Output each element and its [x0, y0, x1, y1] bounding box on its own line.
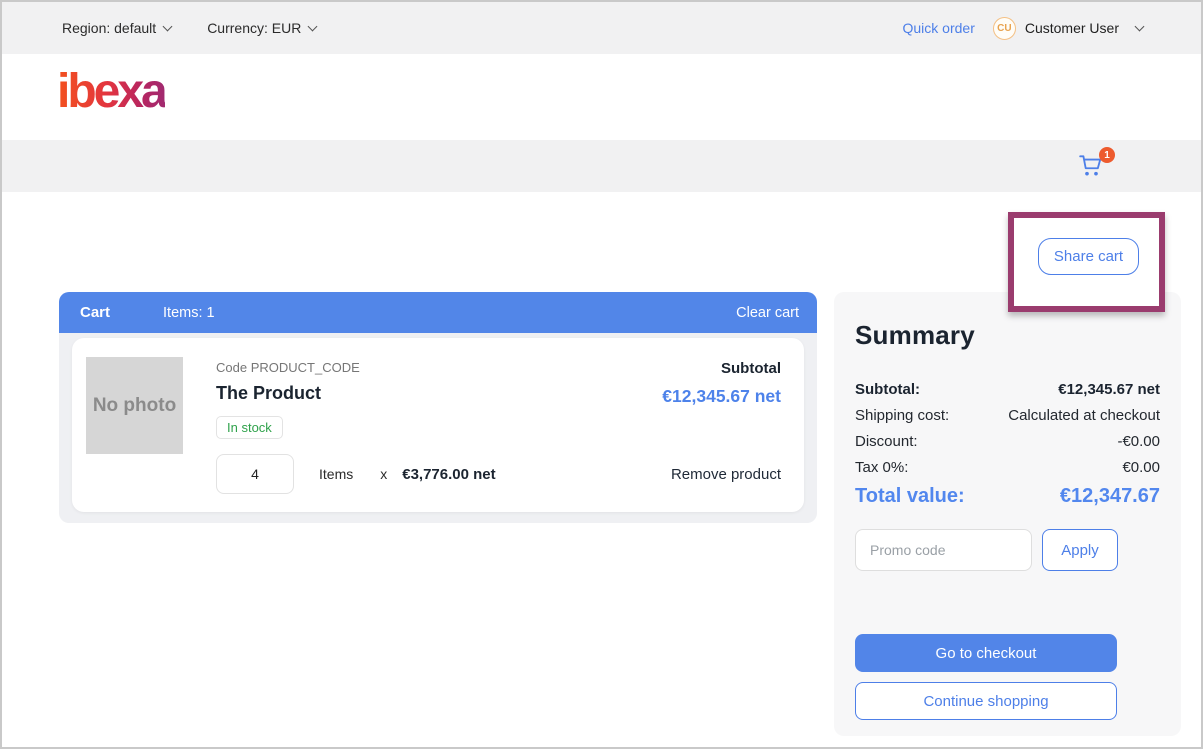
product-code: Code PRODUCT_CODE	[216, 360, 360, 375]
summary-row-discount: Discount: -€0.00	[855, 433, 1160, 450]
cart-count-badge: 1	[1099, 147, 1115, 163]
storefront-page: Region: default Currency: EUR Quick orde…	[0, 0, 1203, 749]
cart-button[interactable]: 1	[1078, 152, 1108, 184]
summary-row-tax: Tax 0%: €0.00	[855, 459, 1160, 476]
total-value: €12,347.67	[1060, 485, 1160, 508]
summary-row-subtotal: Subtotal: €12,345.67 net	[855, 381, 1160, 398]
summary-label: Tax 0%:	[855, 459, 908, 476]
clear-cart-link[interactable]: Clear cart	[736, 305, 799, 321]
region-label: Region: default	[62, 20, 156, 36]
summary-row-total: Total value: €12,347.67	[855, 485, 1160, 508]
summary-label: Subtotal:	[855, 381, 920, 398]
quantity-unit-label: Items	[319, 466, 353, 482]
apply-promo-button[interactable]: Apply	[1042, 529, 1118, 571]
ibexa-logo[interactable]: ibexa	[57, 68, 165, 126]
cart-widget: Cart Items: 1 Clear cart No photo Code P…	[59, 292, 817, 523]
region-dropdown[interactable]: Region: default	[62, 20, 171, 36]
user-name: Customer User	[1025, 20, 1119, 36]
total-label: Total value:	[855, 485, 965, 508]
share-cart-highlight-box: Share cart	[1008, 212, 1165, 312]
chevron-down-icon	[308, 22, 318, 32]
cart-item-card: No photo Code PRODUCT_CODE The Product I…	[72, 338, 804, 512]
summary-value: €0.00	[1122, 459, 1160, 476]
summary-row-shipping: Shipping cost: Calculated at checkout	[855, 407, 1160, 424]
quantity-input[interactable]	[216, 454, 294, 494]
promo-code-input[interactable]	[855, 529, 1032, 571]
summary-title: Summary	[855, 320, 1160, 351]
unit-price: €3,776.00 net	[402, 466, 495, 483]
share-cart-button[interactable]: Share cart	[1038, 238, 1139, 275]
quick-order-link[interactable]: Quick order	[903, 20, 975, 36]
top-bar: Region: default Currency: EUR Quick orde…	[2, 2, 1201, 54]
product-photo-placeholder: No photo	[86, 357, 183, 454]
main-content: Summary Subtotal: €12,345.67 net Shippin…	[2, 192, 1201, 747]
user-menu[interactable]: CU Customer User	[993, 17, 1143, 40]
item-subtotal-value: €12,345.67 net	[662, 386, 781, 407]
summary-value: -€0.00	[1117, 433, 1160, 450]
currency-label: Currency: EUR	[207, 20, 301, 36]
logo-bar: ibexa	[2, 54, 1201, 140]
chevron-down-icon	[163, 22, 173, 32]
multiply-symbol: x	[380, 466, 387, 482]
avatar: CU	[993, 17, 1016, 40]
summary-panel: Summary Subtotal: €12,345.67 net Shippin…	[834, 292, 1181, 736]
nav-strip: 1	[2, 140, 1201, 192]
promo-code-row: Apply	[855, 529, 1118, 571]
item-subtotal-label: Subtotal	[662, 360, 781, 377]
cart-header: Cart Items: 1 Clear cart	[59, 292, 817, 333]
summary-value: Calculated at checkout	[1008, 407, 1160, 424]
stock-badge: In stock	[216, 416, 283, 439]
summary-value: €12,345.67 net	[1058, 381, 1160, 398]
product-name[interactable]: The Product	[216, 383, 360, 404]
summary-label: Shipping cost:	[855, 407, 949, 424]
chevron-down-icon	[1135, 22, 1145, 32]
currency-dropdown[interactable]: Currency: EUR	[207, 20, 316, 36]
go-to-checkout-button[interactable]: Go to checkout	[855, 634, 1117, 672]
cart-items-count: Items: 1	[163, 305, 215, 321]
remove-product-link[interactable]: Remove product	[671, 466, 781, 483]
summary-label: Discount:	[855, 433, 918, 450]
cart-body: No photo Code PRODUCT_CODE The Product I…	[59, 333, 817, 523]
cart-title: Cart	[80, 304, 110, 321]
continue-shopping-button[interactable]: Continue shopping	[855, 682, 1117, 720]
